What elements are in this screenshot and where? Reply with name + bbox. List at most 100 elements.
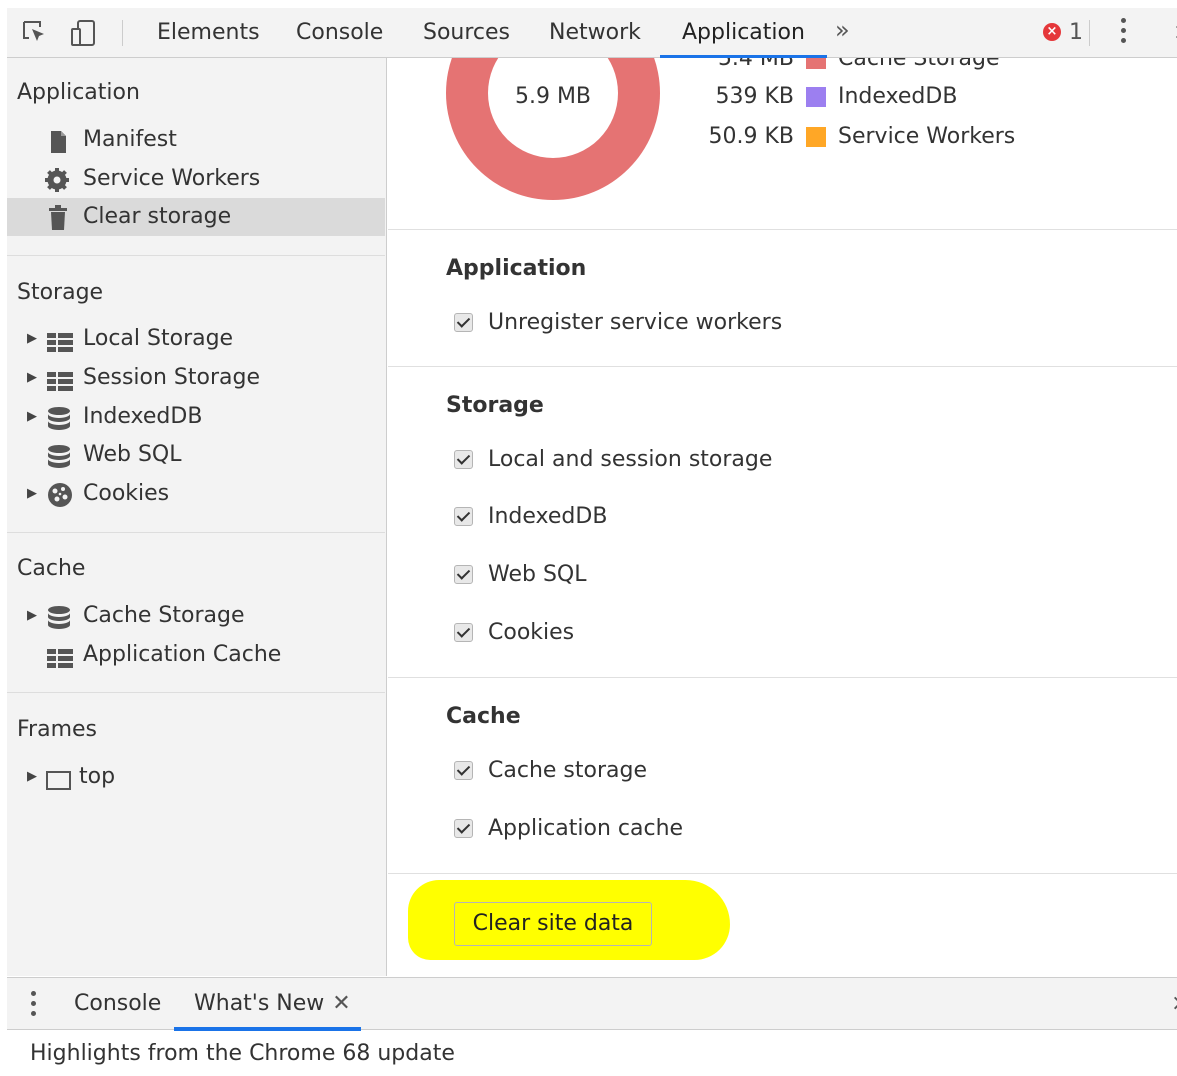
legend-row-indexeddb: 539 KB IndexedDB <box>688 82 957 112</box>
clear-site-data-button[interactable]: Clear site data <box>454 902 652 946</box>
expand-arrow-icon[interactable]: ▶ <box>27 475 37 513</box>
sidebar-item-label: Clear storage <box>83 204 232 229</box>
frame-icon <box>45 766 71 790</box>
sidebar-item-label: Cache Storage <box>83 603 245 628</box>
expand-arrow-icon[interactable]: ▶ <box>27 758 37 796</box>
sidebar-item-frame-top[interactable]: ▶ top <box>7 758 385 796</box>
drawer-tab-console[interactable]: Console <box>74 978 161 1030</box>
section-divider <box>388 873 1177 874</box>
tab-application[interactable]: Application <box>660 8 827 59</box>
section-divider <box>388 366 1177 367</box>
sidebar-item-label: Web SQL <box>83 442 182 467</box>
sidebar-item-label: Application Cache <box>83 642 282 667</box>
close-drawer-icon[interactable]: × <box>1171 978 1177 1030</box>
legend-value: 539 KB <box>715 84 794 109</box>
tab-elements[interactable]: Elements <box>157 8 260 58</box>
sidebar-item-indexeddb[interactable]: ▶ IndexedDB <box>7 398 385 436</box>
section-divider <box>388 229 1177 230</box>
drawer-toolbar: Console What's New ✕ × <box>7 977 1177 1031</box>
legend-row-cache-storage: 5.4 MB Cache Storage <box>688 58 1000 74</box>
group-title-storage: Storage <box>446 393 544 418</box>
sidebar-item-manifest[interactable]: Manifest <box>7 121 385 159</box>
legend-value: 5.4 MB <box>717 58 794 71</box>
close-tab-icon[interactable]: ✕ <box>332 991 350 1016</box>
sidebar-item-cache-storage[interactable]: ▶ Cache Storage <box>7 597 385 635</box>
sidebar-item-label: Cookies <box>83 481 170 506</box>
grid-icon <box>47 328 73 352</box>
clear-storage-panel: 5.9 MB 5.4 MB Cache Storage 539 KB Index… <box>388 58 1177 976</box>
drawer-content: Highlights from the Chrome 68 update <box>7 1031 1177 1076</box>
checkbox[interactable] <box>454 623 473 642</box>
sidebar-divider <box>7 692 385 693</box>
grid-icon <box>47 367 73 391</box>
database-icon <box>47 444 71 468</box>
trash-icon <box>47 205 71 230</box>
tab-console[interactable]: Console <box>296 8 383 58</box>
whats-new-text: Highlights from the Chrome 68 update <box>30 1041 455 1066</box>
expand-arrow-icon[interactable]: ▶ <box>27 398 37 436</box>
legend-swatch <box>806 127 826 147</box>
sidebar-item-session-storage[interactable]: ▶ Session Storage <box>7 359 385 397</box>
cookie-icon <box>47 483 72 507</box>
option-label: Unregister service workers <box>488 310 783 335</box>
toolbar-separator <box>122 20 123 46</box>
sidebar-item-label: Session Storage <box>83 365 261 390</box>
drawer-tab-whats-new[interactable]: What's New ✕ <box>174 978 361 1031</box>
legend-name: Cache Storage <box>838 58 1000 71</box>
error-icon[interactable]: × <box>1043 23 1061 41</box>
usage-total: 5.9 MB <box>514 84 592 109</box>
sidebar-divider <box>7 532 385 533</box>
checkbox[interactable] <box>454 761 473 780</box>
section-divider <box>388 677 1177 678</box>
sidebar-item-label: Manifest <box>83 127 177 152</box>
checkbox[interactable] <box>454 819 473 838</box>
sidebar-section-frames: Frames <box>17 717 98 742</box>
legend-name: IndexedDB <box>838 84 958 109</box>
gear-icon <box>45 168 71 192</box>
option-label: Web SQL <box>488 562 587 587</box>
more-tabs-icon[interactable]: » <box>835 16 850 44</box>
group-title-cache: Cache <box>446 704 521 729</box>
legend-row-service-workers: 50.9 KB Service Workers <box>688 122 1016 152</box>
sidebar-item-service-workers[interactable]: Service Workers <box>7 160 385 198</box>
legend-name: Service Workers <box>838 124 1016 149</box>
customize-menu-icon[interactable] <box>1121 18 1127 48</box>
checkbox[interactable] <box>454 450 473 469</box>
sidebar-item-clear-storage[interactable]: Clear storage <box>7 198 385 236</box>
option-label: Application cache <box>488 816 684 841</box>
device-toolbar-icon[interactable] <box>69 19 99 53</box>
usage-donut-chart <box>446 58 660 200</box>
option-label: Cookies <box>488 620 575 645</box>
checkbox[interactable] <box>454 565 473 584</box>
option-label: Local and session storage <box>488 447 773 472</box>
inspect-element-icon[interactable] <box>21 19 49 51</box>
drawer-menu-icon[interactable] <box>31 991 37 1021</box>
checkbox[interactable] <box>454 313 473 332</box>
sidebar-section-application: Application <box>17 80 140 105</box>
database-icon <box>47 406 71 430</box>
tab-network[interactable]: Network <box>549 8 641 58</box>
group-title-application: Application <box>446 256 587 281</box>
error-count[interactable]: 1 <box>1069 8 1083 58</box>
document-icon <box>47 129 71 153</box>
toolbar-separator <box>1089 20 1090 46</box>
sidebar-item-cookies[interactable]: ▶ Cookies <box>7 475 385 513</box>
sidebar-item-application-cache[interactable]: Application Cache <box>7 636 385 674</box>
checkbox[interactable] <box>454 507 473 526</box>
sidebar-section-storage: Storage <box>17 280 104 305</box>
sidebar-item-label: top <box>79 764 116 789</box>
legend-swatch <box>806 58 826 69</box>
option-label: IndexedDB <box>488 504 608 529</box>
devtools-toolbar: Elements Console Sources Network Applica… <box>7 8 1177 59</box>
option-label: Cache storage <box>488 758 647 783</box>
drawer-tab-label: What's New <box>194 991 325 1016</box>
sidebar-item-local-storage[interactable]: ▶ Local Storage <box>7 320 385 358</box>
grid-icon <box>47 644 73 668</box>
expand-arrow-icon[interactable]: ▶ <box>27 320 37 358</box>
expand-arrow-icon[interactable]: ▶ <box>27 359 37 397</box>
expand-arrow-icon[interactable]: ▶ <box>27 597 37 635</box>
sidebar-item-web-sql[interactable]: Web SQL <box>7 436 385 474</box>
close-devtools-icon[interactable]: × <box>1173 8 1177 58</box>
database-icon <box>47 605 71 629</box>
tab-sources[interactable]: Sources <box>423 8 510 58</box>
